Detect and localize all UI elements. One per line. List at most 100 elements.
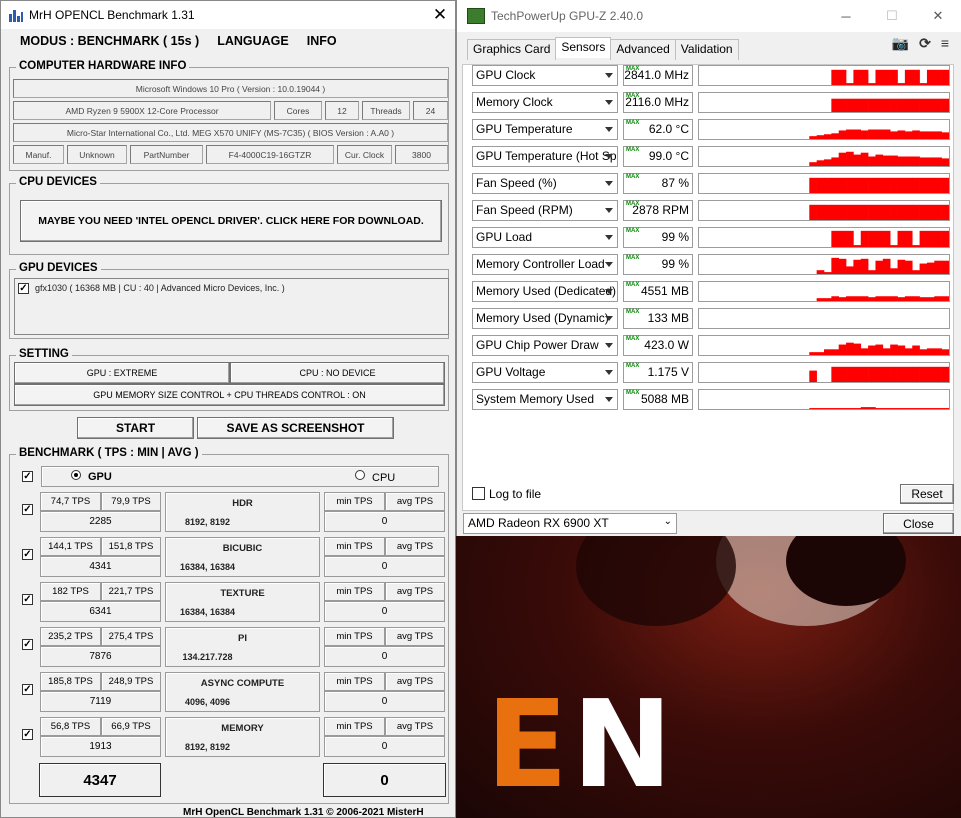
sensor-graph-bar [809,204,817,220]
log-to-file-label[interactable]: Log to file [489,487,541,501]
close-icon[interactable]: ✕ [915,8,961,24]
sensor-graph-bar [934,348,942,355]
sensor-row: Fan Speed (RPM) MAX 2878 RPM [472,200,950,222]
sensor-graph-bar [816,408,825,409]
sensor-graph-bar [831,296,839,301]
sensor-graph-bar [838,98,847,112]
sensor-graph-bar [875,154,884,166]
tab-sensors[interactable]: Sensors [555,37,612,58]
sensor-graph-bar [875,177,884,193]
manuf-label: Manuf. [13,145,64,164]
sensor-graph-bar [912,296,920,301]
bench-row-checkbox[interactable]: ✓ [22,549,33,560]
cur-clock-label: Cur. Clock [337,145,392,164]
sensor-name-dropdown[interactable]: GPU Load [472,227,618,248]
max-indicator: MAX [626,66,640,72]
sensor-name-dropdown[interactable]: Memory Used (Dynamic) [472,308,618,329]
gpu-device-label[interactable]: gfx1030 ( 16368 MB | CU : 40 | Advanced … [35,283,285,293]
sensor-graph-bar [846,296,854,301]
log-to-file-checkbox[interactable] [472,487,485,500]
sensor-graph-bar [809,352,817,355]
sensor-name-dropdown[interactable]: Memory Clock [472,92,618,113]
sensor-graph-bar [897,345,906,355]
sensor-graph-svg [831,230,949,247]
max-indicator: MAX [626,93,640,99]
cpu-radio-label[interactable]: CPU [372,472,395,484]
menu-info[interactable]: INFO [307,34,337,56]
tab-graphics-card[interactable]: Graphics Card [467,39,557,60]
sensor-graph-bar [860,407,869,409]
gpu-radio-label[interactable]: GPU [88,471,112,483]
bench-row-checkbox[interactable]: ✓ [22,504,33,515]
bench-row-checkbox[interactable]: ✓ [22,594,33,605]
sensor-name-dropdown[interactable]: GPU Temperature [472,119,618,140]
close-button[interactable]: Close [883,513,954,534]
max-indicator: MAX [626,282,640,288]
sensor-graph-bar [904,408,913,409]
cpu-min-tps: min TPS [324,672,385,691]
save-screenshot-button[interactable]: SAVE AS SCREENSHOT [197,417,394,439]
sensor-name-dropdown[interactable]: GPU Clock [472,65,618,86]
bench-row-checkbox[interactable]: ✓ [22,639,33,650]
sensor-name-dropdown[interactable]: GPU Chip Power Draw [472,335,618,356]
dropdown-arrow-icon [605,181,613,186]
reset-button[interactable]: Reset [900,484,954,504]
sensor-graph-bar [816,135,825,139]
intel-driver-download-button[interactable]: MAYBE YOU NEED 'INTEL OPENCL DRIVER'. CL… [20,200,442,242]
sensor-graph-bar [853,154,862,166]
sensor-graph-bar [882,258,891,274]
gpu-mode-button[interactable]: GPU : EXTREME [14,362,230,384]
sensor-value: MAX 87 % [623,173,693,194]
cpu-mode-button[interactable]: CPU : NO DEVICE [230,362,445,384]
sensor-name-dropdown[interactable]: Memory Controller Load [472,254,618,275]
gpuz-titlebar[interactable]: TechPowerUp GPU-Z 2.40.0 ─ ☐ ✕ [457,0,961,32]
gpuz-toolbar: 📷 ⟳ ≡ [892,35,949,52]
dropdown-arrow-icon [605,370,613,375]
sensor-name-dropdown[interactable]: Memory Used (Dedicated) [472,281,618,302]
close-icon[interactable]: ✕ [425,5,455,25]
gpu-score: 7876 [40,646,161,667]
menu-icon[interactable]: ≡ [941,35,949,52]
sensor-graph-bar [868,345,876,355]
gpu-radio[interactable] [71,470,81,480]
device-select[interactable]: AMD Radeon RX 6900 XT ⌄ [463,513,677,534]
sensor-graph-bar [926,204,935,220]
sensor-name-dropdown[interactable]: System Memory Used [472,389,618,410]
select-all-checkbox[interactable]: ✓ [22,471,33,482]
cores-value: 12 [325,101,359,120]
camera-icon[interactable]: 📷 [892,35,909,52]
sensor-graph-bar [875,344,884,355]
start-button[interactable]: START [77,417,194,439]
sensor-name-dropdown[interactable]: GPU Voltage [472,362,618,383]
sensor-name-dropdown[interactable]: Fan Speed (%) [472,173,618,194]
sensor-name-dropdown[interactable]: Fan Speed (RPM) [472,200,618,221]
bench-row-checkbox[interactable]: ✓ [22,729,33,740]
sensor-graph-bar [831,257,839,274]
bench-test-name: PI [238,633,247,644]
refresh-icon[interactable]: ⟳ [919,35,931,52]
cpu-radio[interactable] [355,470,365,480]
sensor-graph-bar [919,297,928,301]
maximize-icon[interactable]: ☐ [869,8,915,24]
gpu-device-checkbox[interactable]: ✓ [18,283,29,294]
sensor-graph-bar [934,366,942,382]
memory-control-button[interactable]: GPU MEMORY SIZE CONTROL + CPU THREADS CO… [14,384,445,406]
sensor-graph-bar [941,296,949,301]
sensor-graph-bar [882,155,891,166]
sensor-graph [698,92,950,113]
minimize-icon[interactable]: ─ [823,9,869,24]
menu-modus[interactable]: MODUS : BENCHMARK ( 15s ) [20,34,199,56]
sensor-graph-bar [904,69,913,85]
sensor-graph-bar [816,270,825,274]
sensor-graph-svg [699,309,949,328]
mrh-titlebar[interactable]: MrH OPENCL Benchmark 1.31 ✕ [1,1,455,29]
cpu-name-field: AMD Ryzen 9 5900X 12-Core Processor [13,101,271,120]
tab-validation[interactable]: Validation [674,39,739,60]
sensor-graph-bar [941,408,949,409]
sensor-name-dropdown[interactable]: GPU Temperature (Hot Spot) [472,146,618,167]
sensor-value: MAX 4551 MB [623,281,693,302]
bench-row-checkbox[interactable]: ✓ [22,684,33,695]
menu-language[interactable]: LANGUAGE [217,34,289,56]
tab-advanced[interactable]: Advanced [610,39,676,60]
sensor-graph-bar [853,408,862,409]
